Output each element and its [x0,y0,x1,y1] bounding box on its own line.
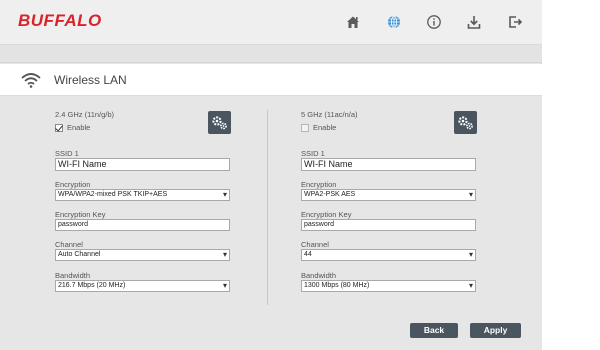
band-24-enable-checkbox[interactable] [55,123,63,132]
band-24-label: 2.4 GHz (11n/g/b) [55,110,115,119]
band-24-bandwidth-label: Bandwidth [55,271,91,280]
band-24-encryption-label: Encryption [55,180,91,189]
wifi-icon [20,71,42,89]
band-24-ssid-label: SSID 1 [55,149,79,158]
top-bar: BUFFALO [0,0,542,45]
column-divider [267,110,268,305]
globe-icon[interactable] [385,13,403,31]
band-5-channel-label: Channel [301,240,329,249]
wireless-settings-panel: 2.4 GHz (11n/g/b) Enable SSID 1 WI-FI Na… [0,96,542,350]
band-24-encryption-select[interactable]: WPA/WPA2-mixed PSK TKIP+AES [55,189,230,201]
band-5-label: 5 GHz (11ac/n/a) [301,110,358,119]
band-24-ssid-input[interactable]: WI-FI Name [55,158,230,171]
apply-button[interactable]: Apply [470,323,521,338]
band-24-bandwidth-select[interactable]: 216.7 Mbps (20 MHz) [55,280,230,292]
buffalo-logo: BUFFALO [18,11,102,30]
download-icon[interactable] [465,13,483,31]
home-icon[interactable] [344,13,362,31]
section-title: Wireless LAN [54,73,127,87]
band-5-key-input[interactable]: password [301,219,476,231]
band-5-enable-checkbox[interactable] [301,123,309,132]
band-5-bandwidth-select[interactable]: 1300 Mbps (80 MHz) [301,280,476,292]
band-24-channel-label: Channel [55,240,83,249]
band-24-key-input[interactable]: password [55,219,230,231]
gears-icon [212,116,227,130]
band-24-key-label: Encryption Key [55,210,106,219]
band-24-enable[interactable]: Enable [55,123,90,132]
back-button[interactable]: Back [410,323,458,338]
header-strip [0,45,542,63]
band-5-channel-select[interactable]: 44 [301,249,476,261]
band-5-ssid-label: SSID 1 [301,149,325,158]
band-5-key-label: Encryption Key [301,210,352,219]
band-5-encryption-label: Encryption [301,180,337,189]
band-5-encryption-select[interactable]: WPA2-PSK AES [301,189,476,201]
section-header: Wireless LAN [0,64,542,96]
band-24-channel-select[interactable]: Auto Channel [55,249,230,261]
band-5-advanced-settings-button[interactable] [454,111,477,134]
gears-icon [458,116,473,130]
app-frame: BUFFALO Wireless LAN 2.4 GHz (11n/g/b) E… [0,0,542,350]
band-24-enable-label: Enable [67,123,91,132]
logout-icon[interactable] [506,13,524,31]
info-icon[interactable] [425,13,443,31]
band-24-advanced-settings-button[interactable] [208,111,231,134]
band-5-bandwidth-label: Bandwidth [301,271,337,280]
band-5-ssid-input[interactable]: WI-FI Name [301,158,476,171]
band-5-enable-label: Enable [313,123,337,132]
band-5-enable[interactable]: Enable [301,123,336,132]
